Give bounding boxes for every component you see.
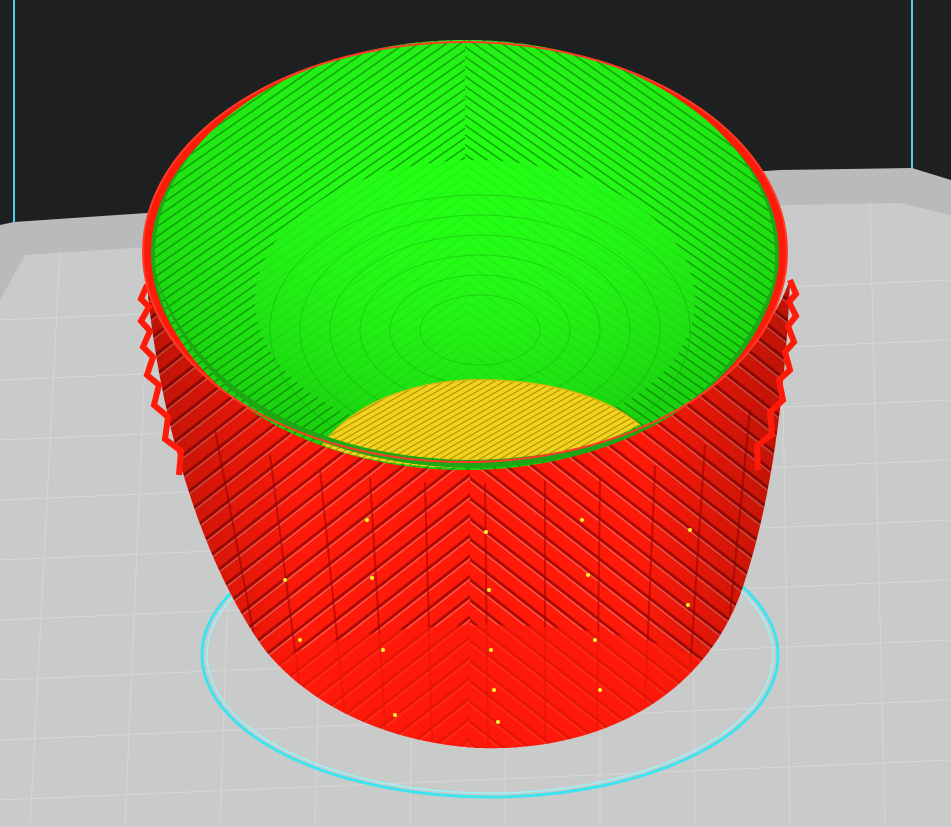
preview-scene[interactable] — [0, 0, 951, 827]
layer-preview-viewport[interactable] — [0, 0, 951, 827]
